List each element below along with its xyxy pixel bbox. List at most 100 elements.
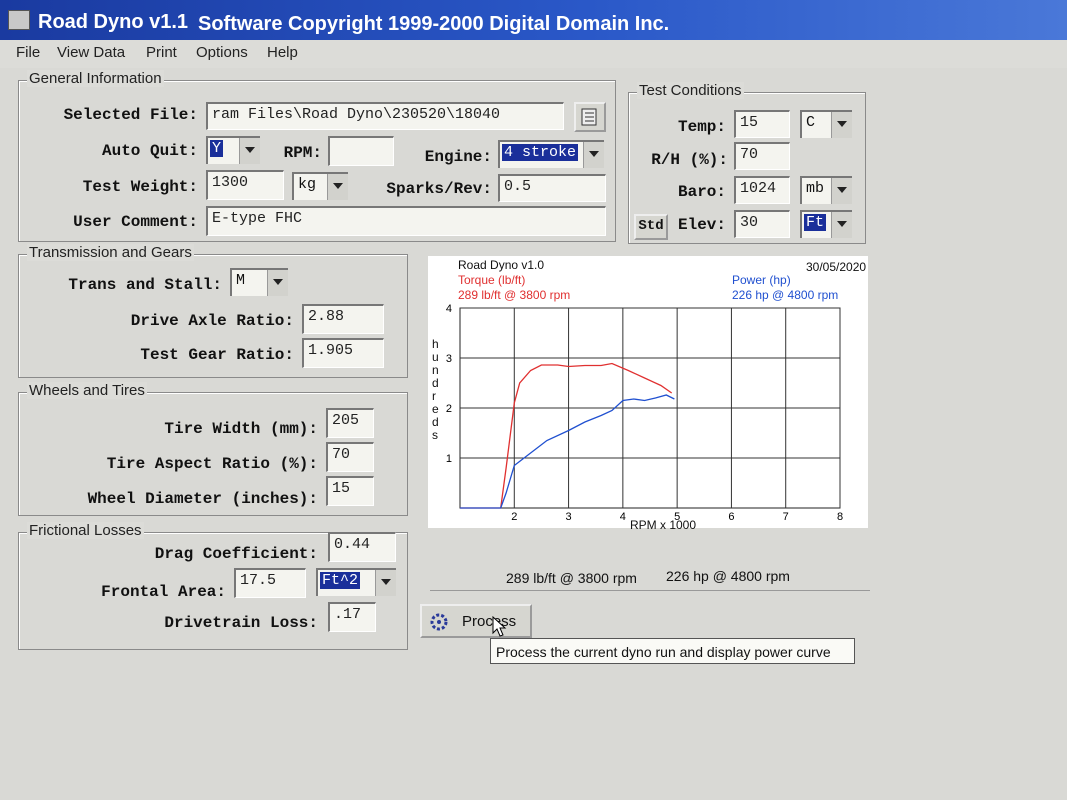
elev-label: Elev:	[677, 216, 726, 234]
chevron-down-icon[interactable]	[375, 570, 396, 596]
drivetrain-loss-label: Drivetrain Loss:	[164, 614, 318, 632]
test-weight-label: Test Weight:	[82, 178, 198, 196]
process-button[interactable]: Process	[420, 604, 532, 638]
process-gear-icon	[430, 613, 448, 631]
frontal-area-unit-select[interactable]: Ft^2	[316, 568, 396, 596]
y-tick-label: 3	[446, 353, 452, 365]
tire-aspect-ratio-label: Tire Aspect Ratio (%):	[106, 455, 318, 473]
test-weight-field[interactable]: 1300	[206, 170, 284, 200]
auto-quit-label: Auto Quit:	[101, 142, 198, 160]
result-summary: 289 lb/ft @ 3800 rpm 226 hp @ 4800 rpm	[430, 562, 870, 591]
rpm-field[interactable]	[328, 136, 394, 166]
trans-stall-select[interactable]: M	[230, 268, 288, 296]
summary-torque: 289 lb/ft @ 3800 rpm	[506, 570, 637, 586]
menu-options[interactable]: Options	[196, 44, 248, 61]
tire-aspect-ratio-field[interactable]: 70	[326, 442, 374, 472]
tire-width-field[interactable]: 205	[326, 408, 374, 438]
drive-axle-ratio-label: Drive Axle Ratio:	[130, 312, 294, 330]
chevron-down-icon[interactable]	[239, 138, 260, 164]
menu-print[interactable]: Print	[146, 44, 177, 61]
x-tick-label: 6	[728, 511, 734, 523]
y-tick-label: 1	[446, 453, 452, 465]
baro-label: Baro:	[677, 183, 726, 201]
chevron-down-icon[interactable]	[583, 142, 604, 168]
browse-file-button[interactable]	[574, 102, 606, 132]
frontal-area-field[interactable]: 17.5	[234, 568, 306, 598]
title-bar: Road Dyno v1.1 Software Copyright 1999-2…	[0, 0, 1067, 40]
frictional-losses-label: Frictional Losses	[27, 522, 144, 539]
elev-unit-value: Ft	[804, 214, 827, 231]
menu-help[interactable]: Help	[267, 44, 298, 61]
x-tick-label: 7	[783, 511, 789, 523]
auto-quit-select[interactable]: Y	[206, 136, 260, 164]
elev-unit-select[interactable]: Ft	[800, 210, 852, 238]
chevron-down-icon[interactable]	[831, 112, 852, 138]
wheels-tires-label: Wheels and Tires	[27, 382, 147, 399]
menu-bar: File View Data Print Options Help	[0, 40, 1067, 68]
user-comment-label: User Comment:	[73, 213, 198, 231]
baro-field[interactable]: 1024	[734, 176, 790, 204]
chevron-down-icon[interactable]	[831, 212, 852, 238]
menu-file[interactable]: File	[16, 44, 40, 61]
engine-select[interactable]: 4 stroke	[498, 140, 604, 168]
chevron-down-icon[interactable]	[327, 174, 348, 200]
rh-label: R/H (%):	[651, 151, 728, 169]
tire-width-label: Tire Width (mm):	[164, 420, 318, 438]
user-comment-field[interactable]: E-type FHC	[206, 206, 606, 236]
y-tick-label: 2	[446, 403, 452, 415]
test-gear-ratio-label: Test Gear Ratio:	[140, 346, 294, 364]
selected-file-field[interactable]: ram Files\Road Dyno\230520\18040	[206, 102, 564, 130]
chart-plot: 2 3 4 5 6 7 8 1 2 3 4	[446, 303, 843, 523]
dyno-chart: Road Dyno v1.0 30/05/2020 Torque (lb/ft)…	[428, 256, 868, 532]
chevron-down-icon[interactable]	[831, 178, 852, 204]
engine-value: 4 stroke	[502, 144, 579, 161]
engine-label: Engine:	[424, 148, 492, 166]
trans-stall-label: Trans and Stall:	[68, 276, 222, 294]
drag-coefficient-label: Drag Coefficient:	[154, 545, 318, 563]
x-tick-label: 5	[674, 511, 680, 523]
window-title: Road Dyno v1.1	[38, 11, 189, 33]
window-copyright: Software Copyright 1999-2000 Digital Dom…	[198, 13, 670, 35]
baro-unit-value: mb	[806, 180, 825, 197]
auto-quit-value: Y	[210, 140, 224, 157]
elev-field[interactable]: 30	[734, 210, 790, 238]
weight-unit-select[interactable]: kg	[292, 172, 348, 200]
trans-stall-value: M	[236, 272, 246, 289]
chevron-down-icon[interactable]	[267, 270, 288, 296]
drag-coefficient-field[interactable]: 0.44	[328, 532, 396, 562]
browse-folder-icon	[581, 108, 597, 126]
mouse-cursor-icon	[492, 616, 507, 637]
wheel-diameter-label: Wheel Diameter (inches):	[87, 490, 318, 508]
test-conditions-label: Test Conditions	[637, 82, 744, 99]
summary-power: 226 hp @ 4800 rpm	[666, 568, 790, 584]
app-icon[interactable]	[8, 10, 30, 30]
sparks-rev-field[interactable]: 0.5	[498, 174, 606, 202]
weight-unit-value: kg	[298, 176, 317, 193]
drive-axle-ratio-field[interactable]: 2.88	[302, 304, 384, 334]
rh-field[interactable]: 70	[734, 142, 790, 170]
temp-unit-value: C	[806, 114, 816, 131]
rpm-label: RPM:	[283, 144, 322, 162]
x-tick-label: 4	[620, 511, 626, 523]
temp-field[interactable]: 15	[734, 110, 790, 138]
selected-file-label: Selected File:	[63, 106, 198, 124]
process-button-label: Process	[462, 613, 517, 630]
std-button[interactable]: Std	[634, 214, 668, 240]
temp-unit-select[interactable]: C	[800, 110, 852, 138]
drivetrain-loss-field[interactable]: .17	[328, 602, 376, 632]
temp-label: Temp:	[677, 118, 726, 136]
baro-unit-select[interactable]: mb	[800, 176, 852, 204]
frontal-area-label: Frontal Area:	[101, 583, 226, 601]
x-tick-label: 8	[837, 511, 843, 523]
transmission-label: Transmission and Gears	[27, 244, 194, 261]
process-tooltip: Process the current dyno run and display…	[490, 638, 855, 664]
menu-view-data[interactable]: View Data	[57, 44, 125, 61]
test-gear-ratio-field[interactable]: 1.905	[302, 338, 384, 368]
wheel-diameter-field[interactable]: 15	[326, 476, 374, 506]
x-tick-label: 3	[566, 511, 572, 523]
y-tick-label: 4	[446, 303, 452, 315]
general-information-label: General Information	[27, 70, 164, 87]
sparks-rev-label: Sparks/Rev:	[386, 180, 492, 198]
x-tick-label: 2	[511, 511, 517, 523]
frontal-area-unit-value: Ft^2	[320, 572, 361, 589]
